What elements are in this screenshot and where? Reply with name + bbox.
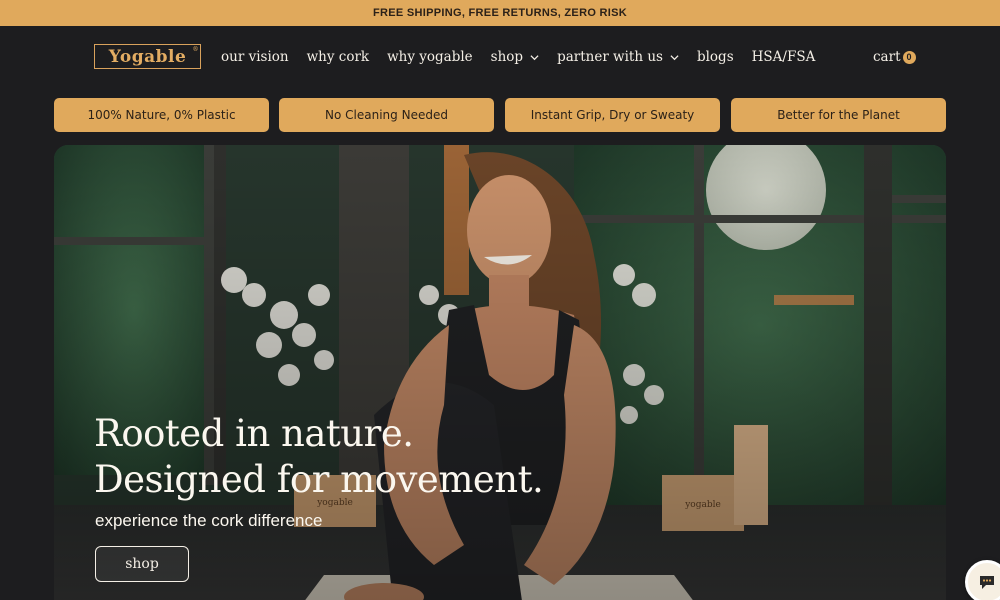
hero-title-line: Rooted in nature. — [94, 412, 414, 455]
nav-item-shop[interactable]: shop — [491, 49, 539, 65]
logo-trademark: ® — [192, 46, 199, 53]
hero-title: Rooted in nature. Designed for movement. — [94, 411, 544, 503]
shop-button[interactable]: shop — [95, 546, 189, 582]
nav-item-partner-with-us[interactable]: partner with us — [557, 49, 679, 65]
nav-item-label: HSA/FSA — [751, 49, 816, 65]
hero-banner: yogable yogable Rooted in nature. Design… — [54, 145, 946, 600]
nav-item-our-vision[interactable]: our vision — [221, 49, 289, 65]
cart-count-badge: 0 — [902, 50, 916, 64]
hero-image: yogable yogable — [54, 145, 946, 600]
chat-button[interactable] — [965, 560, 1000, 600]
yogable-logo[interactable]: Yogable ® — [94, 44, 201, 69]
hero-title-line: Designed for movement. — [94, 458, 544, 501]
chevron-down-icon — [670, 54, 679, 60]
nav-item-hsa-fsa[interactable]: HSA/FSA — [752, 49, 816, 65]
feature-pill: Better for the Planet — [731, 98, 946, 132]
hero-subtitle: experience the cork difference — [95, 511, 323, 530]
announcement-text: FREE SHIPPING, FREE RETURNS, ZERO RISK — [372, 7, 628, 19]
nav-item-label: shop — [490, 49, 524, 65]
shop-button-label: shop — [125, 556, 159, 572]
nav-item-label: blogs — [696, 49, 734, 65]
nav-item-label: why yogable — [387, 49, 473, 65]
nav-item-label: why cork — [306, 49, 370, 65]
main-navigation: Yogable ® our vision why cork why yogabl… — [0, 26, 1000, 88]
feature-pill: Instant Grip, Dry or Sweaty — [505, 98, 720, 132]
announcement-bar: FREE SHIPPING, FREE RETURNS, ZERO RISK — [0, 0, 1000, 26]
nav-item-why-yogable[interactable]: why yogable — [387, 49, 473, 65]
feature-pill: 100% Nature, 0% Plastic — [54, 98, 269, 132]
nav-item-blogs[interactable]: blogs — [697, 49, 734, 65]
chat-bubble-icon — [980, 576, 994, 589]
logo-text: Yogable — [108, 46, 187, 67]
nav-item-label: partner with us — [557, 49, 663, 65]
nav-item-label: our vision — [221, 49, 289, 65]
nav-item-why-cork[interactable]: why cork — [307, 49, 370, 65]
chevron-down-icon — [530, 54, 539, 60]
cart-button[interactable]: cart 0 — [873, 45, 916, 69]
feature-pills: 100% Nature, 0% Plastic No Cleaning Need… — [54, 98, 946, 132]
cart-label: cart — [873, 49, 901, 65]
nav-links: our vision why cork why yogable shop par… — [221, 45, 833, 69]
feature-pill: No Cleaning Needed — [279, 98, 494, 132]
